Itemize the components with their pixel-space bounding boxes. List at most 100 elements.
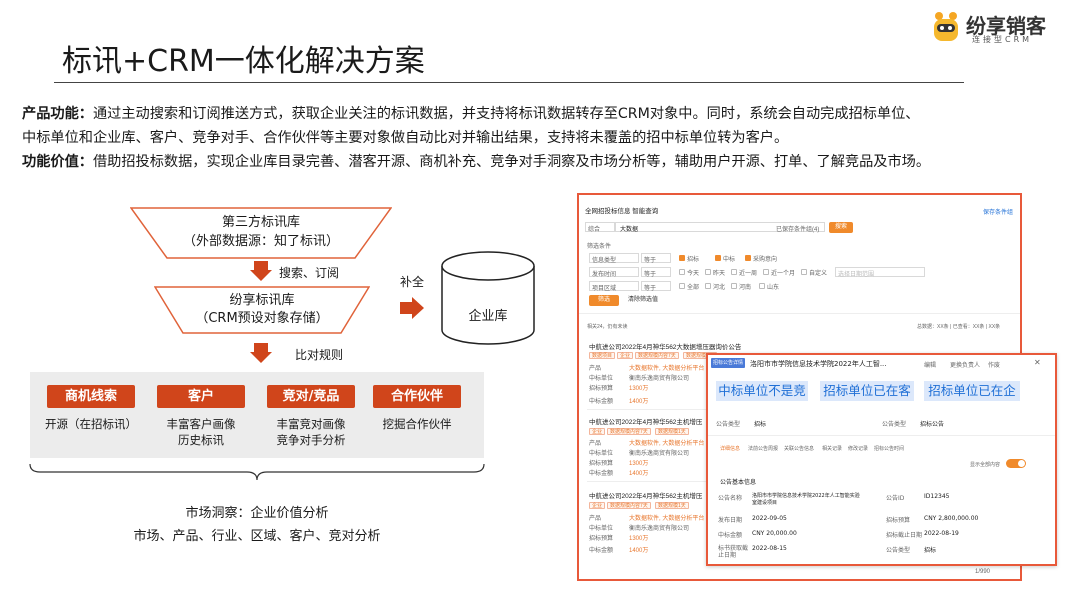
result-tag: 企业 xyxy=(617,352,634,359)
field-label: 中标金额 xyxy=(589,471,614,477)
radio-yesterday[interactable] xyxy=(705,269,711,275)
partner-desc: 挖掘合作伙伴 xyxy=(382,417,452,431)
tag-partner: 合作伙伴 xyxy=(373,385,461,408)
checkbox-intent[interactable] xyxy=(745,255,751,261)
chip-winner-not-competitor: 中标单位不是竞 xyxy=(716,381,808,401)
radio-month[interactable] xyxy=(763,269,769,275)
result-count: 相关24，仍有未读 xyxy=(587,324,628,330)
logo-subtitle: 连接型CRM xyxy=(972,35,1033,44)
result-tag: 数据规模1天 xyxy=(655,428,689,435)
tab-bid-time[interactable]: 招标公告时间 xyxy=(874,445,904,452)
search-tab-title: 全网招投标信息 智能查询 xyxy=(585,208,659,215)
bee-logo-icon xyxy=(934,12,958,41)
detail-label: 中标金额 xyxy=(718,532,743,539)
radio-today[interactable] xyxy=(679,269,685,275)
field-label: 中标单位 xyxy=(589,451,614,457)
divider xyxy=(579,313,1020,314)
info-label: 公告类型 xyxy=(882,421,907,428)
detail-label: 招标预算 xyxy=(886,517,911,524)
filter-op[interactable]: 等于 xyxy=(641,253,671,264)
title-divider xyxy=(54,82,964,83)
field-label: 产品 xyxy=(589,366,602,372)
tab-related[interactable]: 关联公告信息 xyxy=(784,445,814,452)
filter-op[interactable]: 等于 xyxy=(641,281,671,292)
field-value: 1300万 xyxy=(629,536,649,542)
change-owner-button[interactable]: 更换负责人 xyxy=(950,360,980,369)
description-block: 产品功能：通过主动搜索和订阅推送方式，获取企业关注的标讯数据，并支持将标讯数据转… xyxy=(22,102,1072,174)
compare-rules-label: 比对规则 xyxy=(295,348,344,362)
field-label: 招标预算 xyxy=(589,386,614,392)
field-value: 1400万 xyxy=(629,399,649,405)
detail-value: ID12345 xyxy=(924,493,950,500)
field-value: 衡南乐逸商贸有限公司 xyxy=(629,451,690,457)
type-select[interactable]: 综合 xyxy=(585,222,615,233)
result-tag: 数据规模内容7天 xyxy=(607,428,651,435)
third-party-source-node: 第三方标讯库 （外部数据源：知了标讯） xyxy=(130,207,392,259)
radio-custom[interactable] xyxy=(801,269,807,275)
field-value: 1300万 xyxy=(629,386,649,392)
filter-button[interactable]: 筛选 xyxy=(589,295,619,306)
store-line-2: （CRM预设对象存储） xyxy=(195,311,329,326)
pagination[interactable]: 1/990 xyxy=(975,569,990,575)
result-tag: 企业 xyxy=(589,502,606,509)
save-condition-link[interactable]: 保存条件组 xyxy=(983,207,1013,216)
checkbox-shandong[interactable] xyxy=(759,283,765,289)
enterprise-db-label: 企业库 xyxy=(468,309,508,324)
field-value: 衡南乐逸商贸有限公司 xyxy=(629,376,690,382)
tab-weekly[interactable]: 法前公告周报 xyxy=(748,445,778,452)
tab-details[interactable]: 详细信息 xyxy=(720,445,740,452)
tab-changes[interactable]: 修改记录 xyxy=(848,445,868,452)
filter-field-region[interactable]: 项目区域 xyxy=(589,281,639,292)
search-button[interactable]: 搜索 xyxy=(829,222,853,233)
date-range-input[interactable]: 选择日期范围 xyxy=(835,267,925,278)
detail-value: CNY 2,800,000.00 xyxy=(924,515,979,522)
checkbox-award[interactable] xyxy=(715,255,721,261)
field-value: 1300万 xyxy=(629,461,649,467)
competitor-desc: 丰富竞对画像 竞争对手分析 xyxy=(276,417,346,447)
detail-label: 公告ID xyxy=(886,495,905,502)
checkbox-hebei[interactable] xyxy=(705,283,711,289)
result-title[interactable]: 中航进公司2022年4月神华562主机增压 xyxy=(589,416,702,426)
source-line-1: 第三方标讯库 xyxy=(221,215,300,230)
void-button[interactable]: 作废 xyxy=(988,360,1000,369)
tab-records[interactable]: 相关记录 xyxy=(822,445,842,452)
checkbox-all[interactable] xyxy=(679,283,685,289)
filter-label: 筛选条件 xyxy=(587,244,612,250)
info-value: 招标公告 xyxy=(920,421,945,428)
fenxiang-store-node: 纷享标讯库 （CRM预设对象存储） xyxy=(154,286,370,334)
result-tag: 数据项目 xyxy=(589,352,616,359)
radio-week[interactable] xyxy=(731,269,737,275)
info-label: 公告类型 xyxy=(716,421,741,428)
filter-field-date[interactable]: 发布时间 xyxy=(589,267,639,278)
info-value: 招标 xyxy=(754,421,767,428)
filter-op[interactable]: 等于 xyxy=(641,267,671,278)
detail-value: 2022-08-15 xyxy=(752,545,787,552)
filter-field-type[interactable]: 信息类型 xyxy=(589,253,639,264)
field-label: 中标金额 xyxy=(589,399,614,405)
search-input[interactable]: 大数据 已保存条件组(4) xyxy=(615,222,825,233)
field-label: 产品 xyxy=(589,441,602,447)
detail-label: 招标截止日期 xyxy=(886,532,923,539)
field-value: 大数据软件, 大数据分析平台 xyxy=(629,441,705,447)
close-icon[interactable]: ✕ xyxy=(1034,358,1041,367)
detail-value: 洛阳市市学院信息技术学院2022年人工智能实验室建设项目 xyxy=(752,493,860,506)
feature-line-2: 中标单位和企业库、客户、竞争对手、合作伙伴等主要对象做自动比对并输出结果，支持将… xyxy=(22,130,789,146)
show-all-toggle[interactable] xyxy=(1006,459,1026,468)
toggle-label: 显示全部内容 xyxy=(970,462,1001,468)
field-value: 大数据软件, 大数据分析平台 xyxy=(629,516,705,522)
chip-bidder-in-enterprise: 招标单位已在企 xyxy=(924,381,1020,401)
result-title[interactable]: 中航进公司2022年4月神华562主机增压 xyxy=(589,490,702,500)
detail-value: 2022-08-19 xyxy=(924,530,959,537)
brand-logo: 纷享销客 连接型CRM xyxy=(930,10,1065,44)
market-insight-title: 市场洞察：企业价值分析 xyxy=(185,506,329,521)
feature-label: 产品功能： xyxy=(22,106,93,122)
clear-filter-button[interactable]: 清除筛选值 xyxy=(623,295,663,306)
edit-button[interactable]: 编辑 xyxy=(924,360,936,369)
result-meta: 总数据：XX条 | 已查看：XX条 | XX条 xyxy=(917,324,1001,330)
checkbox-henan[interactable] xyxy=(731,283,737,289)
checkbox-bid[interactable] xyxy=(679,255,685,261)
field-value: 衡南乐逸商贸有限公司 xyxy=(629,526,690,532)
result-title[interactable]: 中航进公司2022年4月神华562大数据增压器询价公告 xyxy=(589,341,741,351)
divider xyxy=(708,435,1055,436)
field-label: 中标单位 xyxy=(589,376,614,382)
